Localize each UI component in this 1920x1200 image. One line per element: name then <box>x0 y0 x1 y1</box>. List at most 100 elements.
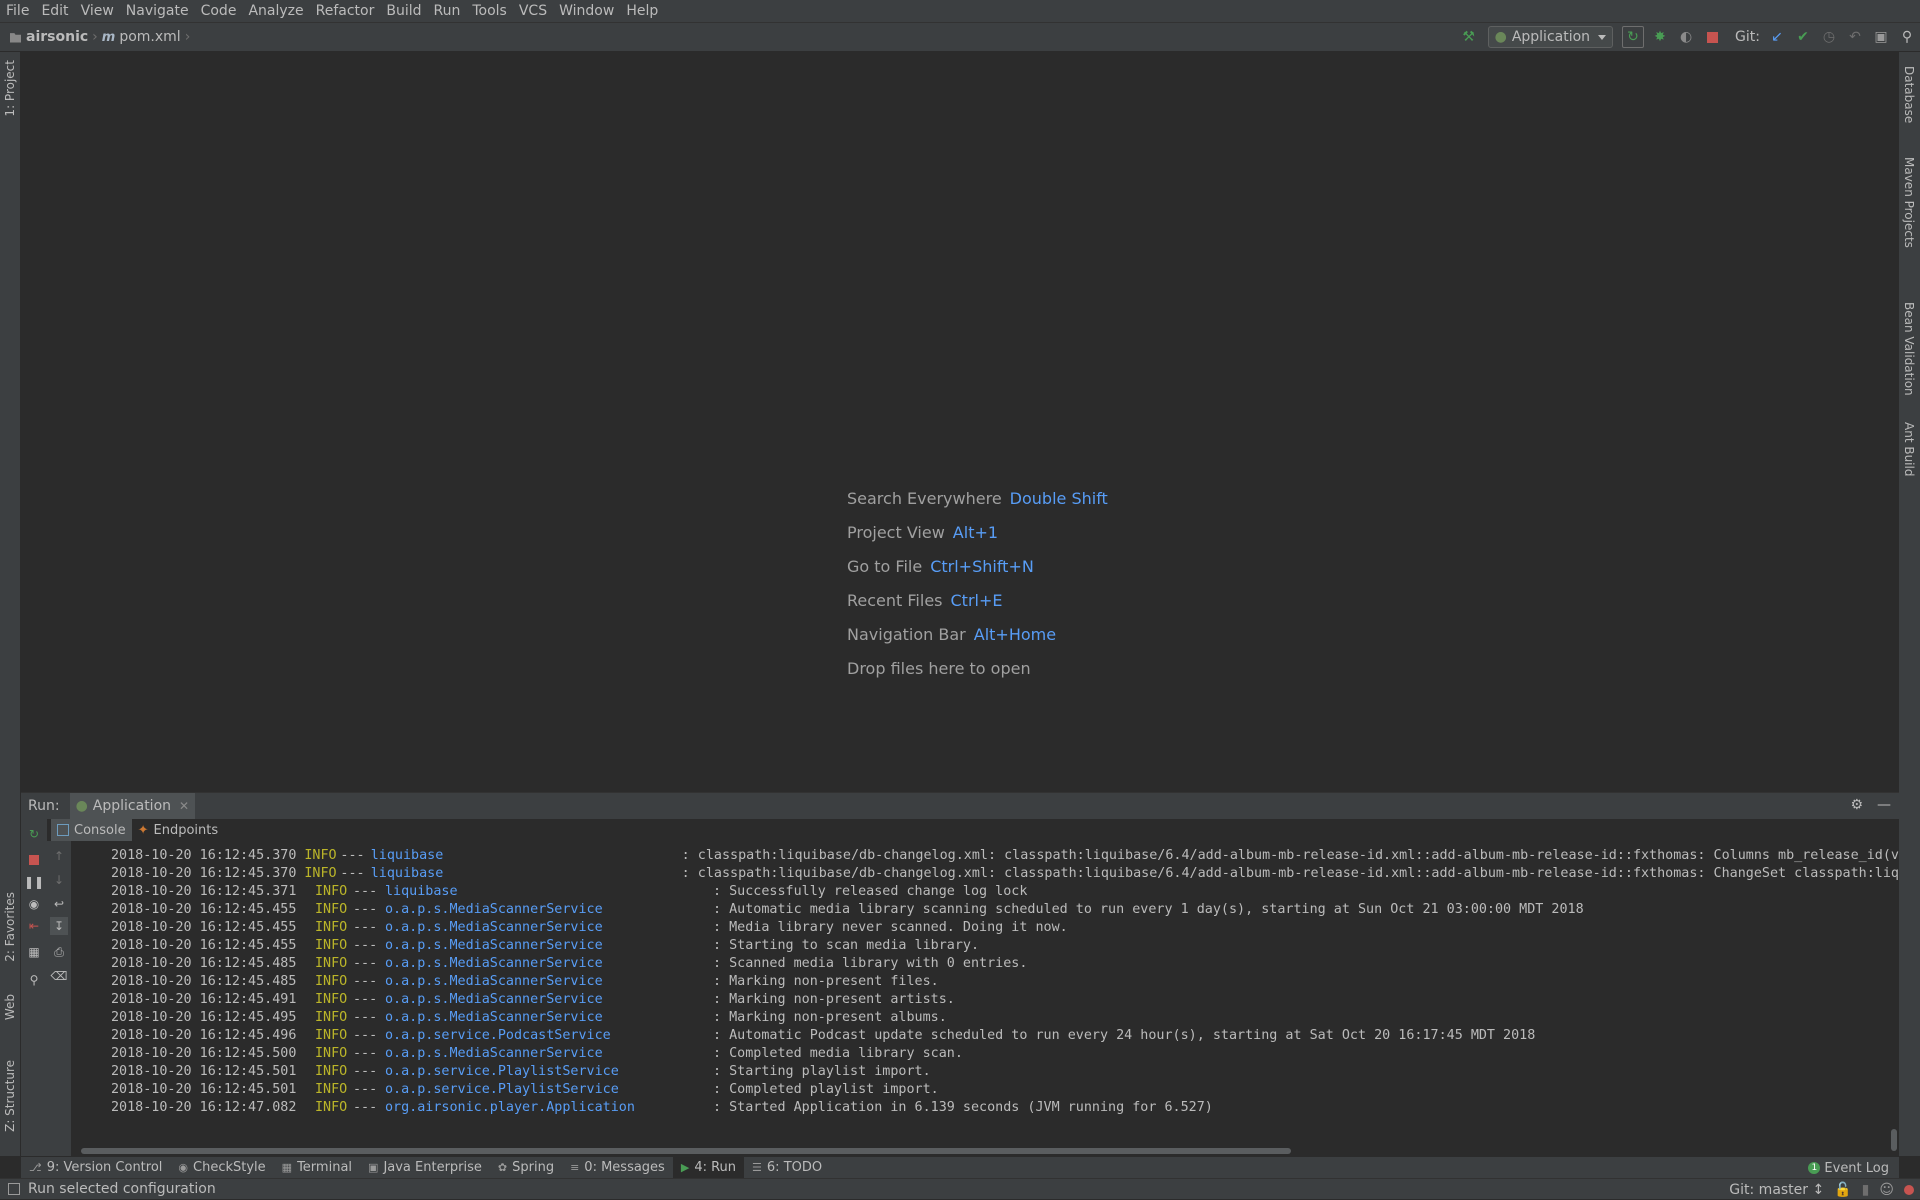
git-branch[interactable]: Git: master ↕ <box>1729 1182 1824 1198</box>
coverage-icon[interactable]: ◐ <box>1676 27 1696 47</box>
console-logger[interactable]: o.a.p.s.MediaScannerService <box>385 1045 713 1063</box>
arrow-down-icon[interactable]: ↓ <box>52 873 66 887</box>
lock-icon[interactable]: 🔓 <box>1834 1182 1851 1198</box>
bottom-tab-4-run[interactable]: ▶ 4: Run <box>672 1156 745 1179</box>
memory-indicator-icon[interactable]: ▮ <box>1862 1182 1870 1198</box>
stop-icon[interactable] <box>27 853 41 867</box>
breadcrumb-file[interactable]: pom.xml <box>119 29 180 45</box>
tool-tab-structure[interactable]: Z: Structure <box>3 1060 17 1132</box>
menu-code[interactable]: Code <box>195 0 243 22</box>
console-dash: --- <box>353 1100 378 1115</box>
bottom-tab-6-todo[interactable]: ☰ 6: TODO <box>744 1157 830 1179</box>
menu-navigate[interactable]: Navigate <box>120 0 195 22</box>
rerun-icon[interactable]: ↻ <box>27 827 41 841</box>
console-dash: --- <box>340 848 365 863</box>
console-logger[interactable]: o.a.p.s.MediaScannerService <box>385 973 713 991</box>
menu-run[interactable]: Run <box>428 0 467 22</box>
console-logger[interactable]: liquibase <box>371 847 682 865</box>
tool-tab-maven[interactable]: Maven Projects <box>1902 157 1916 248</box>
tool-tab-bean-validation[interactable]: Bean Validation <box>1902 302 1916 396</box>
bottom-tab-terminal[interactable]: ▦ Terminal <box>274 1157 360 1179</box>
menu-window[interactable]: Window <box>553 0 620 22</box>
console-logger[interactable]: o.a.p.service.PlaylistService <box>385 1081 713 1099</box>
console-logger[interactable]: o.a.p.s.MediaScannerService <box>385 991 713 1009</box>
console-logger[interactable]: o.a.p.s.MediaScannerService <box>385 919 713 937</box>
event-log[interactable]: 1 Event Log <box>1808 1157 1889 1179</box>
tool-tab-web[interactable]: Web <box>3 994 17 1020</box>
console-message: : Started Application in 6.139 seconds (… <box>713 1100 1213 1115</box>
horizontal-scrollbar[interactable] <box>81 1148 1291 1154</box>
run-panel-header: Run: ● Application ✕ ⚙ — <box>21 793 1899 819</box>
console-logger[interactable]: o.a.p.s.MediaScannerService <box>385 955 713 973</box>
bottom-tab-0-messages[interactable]: ≡ 0: Messages <box>562 1157 673 1179</box>
vertical-scrollbar[interactable] <box>1891 1129 1897 1151</box>
error-icon[interactable] <box>1904 1184 1914 1195</box>
git-update-icon[interactable]: ↙ <box>1767 27 1787 47</box>
menu-edit[interactable]: Edit <box>35 0 74 22</box>
tool-window-toggle-icon[interactable] <box>8 1183 20 1195</box>
tool-tab-database[interactable]: Database <box>1902 66 1916 123</box>
git-revert-icon[interactable]: ↶ <box>1845 27 1865 47</box>
trash-icon[interactable]: ⌫ <box>51 969 68 983</box>
console-logger[interactable]: o.a.p.s.MediaScannerService <box>385 937 713 955</box>
run-panel-label: Run: <box>28 798 60 814</box>
arrow-up-icon[interactable]: ↑ <box>52 849 66 863</box>
close-icon[interactable]: ✕ <box>179 799 189 813</box>
project-structure-icon[interactable]: ▣ <box>1871 27 1891 47</box>
run-configuration-select[interactable]: ● Application <box>1487 26 1614 48</box>
menu-file[interactable]: File <box>0 0 35 22</box>
console-level: INFO <box>315 884 348 899</box>
menu-tools[interactable]: Tools <box>466 0 513 22</box>
bottom-tab-checkstyle[interactable]: ◉ CheckStyle <box>170 1157 273 1179</box>
search-icon[interactable]: ⚲ <box>1897 27 1917 47</box>
console-logger[interactable]: o.a.p.service.PlaylistService <box>385 1063 713 1081</box>
tool-tab-ant-build[interactable]: Ant Build <box>1902 422 1916 476</box>
subtab-endpoints[interactable]: ✦ Endpoints <box>132 819 225 841</box>
minimize-icon[interactable]: — <box>1877 797 1891 813</box>
console-logger[interactable]: liquibase <box>371 865 682 883</box>
menu-analyze[interactable]: Analyze <box>242 0 309 22</box>
pin-icon[interactable]: ⚲ <box>27 973 41 987</box>
menu-vcs[interactable]: VCS <box>513 0 553 22</box>
console-icon <box>57 824 69 836</box>
menu-help[interactable]: Help <box>620 0 664 22</box>
console-message: : Completed media library scan. <box>713 1046 963 1061</box>
soft-wrap-icon[interactable]: ↩ <box>52 897 66 911</box>
subtab-console[interactable]: Console <box>51 819 132 841</box>
console-output[interactable]: 2018-10-20 16:12:45.370 INFO --- liquibase:… <box>71 847 1899 1147</box>
git-history-icon[interactable]: ◷ <box>1819 27 1839 47</box>
tool-tab-project[interactable]: 1: Project <box>3 60 17 117</box>
console-level: INFO <box>315 1010 348 1025</box>
console-logger[interactable]: o.a.p.service.PodcastService <box>385 1027 713 1045</box>
pause-icon[interactable]: ❚❚ <box>24 875 44 889</box>
scroll-to-end-icon[interactable]: ↧ <box>50 917 68 935</box>
exit-icon[interactable]: ⇤ <box>27 919 41 933</box>
tool-tab-favorites[interactable]: 2: Favorites <box>3 892 17 962</box>
gear-icon[interactable]: ⚙ <box>1850 797 1863 813</box>
bottom-tab-java-enterprise[interactable]: ▣ Java Enterprise <box>360 1157 490 1179</box>
git-commit-icon[interactable]: ✔ <box>1793 27 1813 47</box>
run-tab-application[interactable]: ● Application ✕ <box>69 793 196 819</box>
console-dash: --- <box>353 1010 378 1025</box>
bottom-tab-spring[interactable]: ✿ Spring <box>490 1157 562 1179</box>
console-logger[interactable]: o.a.p.s.MediaScannerService <box>385 1009 713 1027</box>
bottom-tab-9-version-control[interactable]: ⎇ 9: Version Control <box>21 1157 170 1179</box>
camera-icon[interactable]: ◉ <box>27 897 41 911</box>
console-logger[interactable]: liquibase <box>385 883 713 901</box>
console-message: : Marking non-present files. <box>713 974 939 989</box>
debug-icon[interactable]: ✸ <box>1650 27 1670 47</box>
console-logger[interactable]: org.airsonic.player.Application <box>385 1099 713 1117</box>
menu-refactor[interactable]: Refactor <box>310 0 381 22</box>
layout-icon[interactable]: ▦ <box>27 945 41 959</box>
editor-empty-area[interactable]: Search Everywhere Double Shift Project Vi… <box>21 52 1899 792</box>
console-date: 2018-10-20 16:12:45.491 <box>111 992 297 1007</box>
console-logger[interactable]: o.a.p.s.MediaScannerService <box>385 901 713 919</box>
hector-icon[interactable]: ☺ <box>1879 1182 1894 1198</box>
breadcrumb-project[interactable]: airsonic <box>26 29 88 45</box>
menu-view[interactable]: View <box>75 0 120 22</box>
rerun-icon[interactable]: ↻ <box>1622 26 1645 48</box>
print-icon[interactable]: ⎙ <box>52 945 66 959</box>
stop-icon[interactable] <box>1702 27 1722 47</box>
build-hammer-icon[interactable]: ⚒ <box>1459 27 1479 47</box>
menu-build[interactable]: Build <box>380 0 427 22</box>
